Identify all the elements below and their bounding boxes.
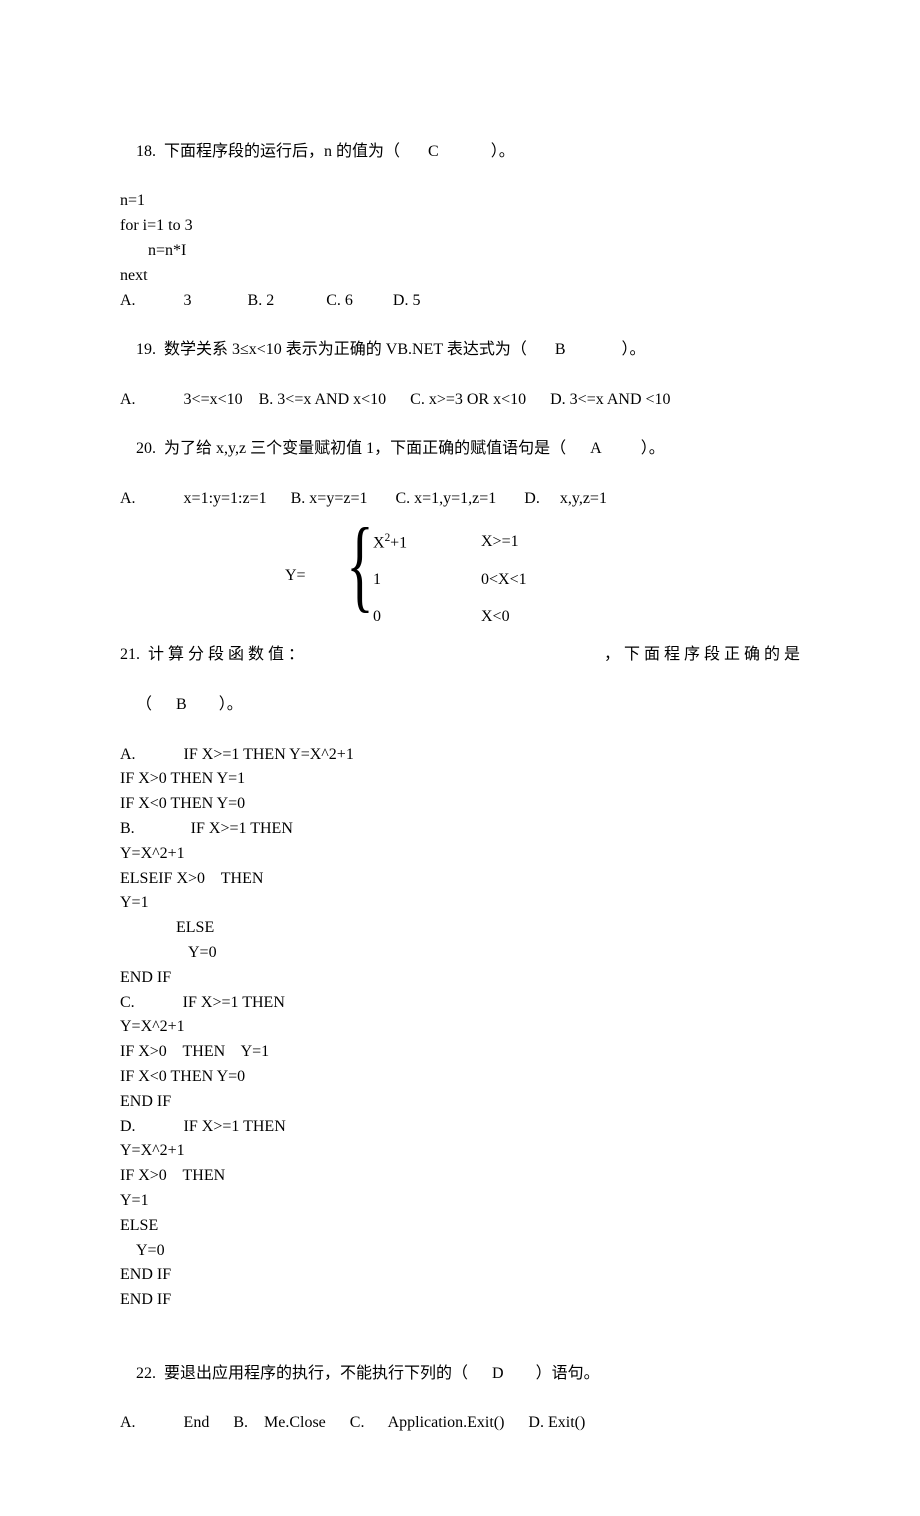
q21-opt-b-5: Y=0 [120, 941, 800, 966]
q22-stem-b: ）语句。 [536, 1365, 600, 1382]
q21-opt-c-0: C. IF X>=1 THEN [120, 991, 800, 1016]
q22-options: A. End B. Me.Close C. Application.Exit()… [120, 1411, 800, 1436]
brace-icon: { [346, 520, 373, 610]
q21-stem-right: ， 下 面 程 序 段 正 确 的 是 [604, 643, 800, 668]
pw-r2-expr: 1 [373, 568, 433, 593]
q22-stem-a: 22. 要退出应用程序的执行，不能执行下列的（ [136, 1365, 468, 1382]
q18-code-1: n=1 [120, 189, 800, 214]
q21-opt-a-1: IF X>0 THEN Y=1 [120, 767, 800, 792]
q21-opt-b-6: END IF [120, 966, 800, 991]
q21-opt-d-6: END IF [120, 1263, 800, 1288]
q20-answer: A [590, 440, 601, 457]
q21-opt-c-4: END IF [120, 1090, 800, 1115]
piecewise-function: Y= { X2+1 X>=1 1 0<X<1 0 X<0 [285, 524, 635, 636]
q19-stem-b: ）。 [622, 341, 646, 358]
q21-stem-line1: 21. 计 算 分 段 函 数 值 ： ， 下 面 程 序 段 正 确 的 是 [120, 643, 800, 668]
q19-answer: B [555, 341, 566, 358]
q22-answer: D [492, 1365, 504, 1382]
spacer [120, 1313, 800, 1337]
q18-answer: C [428, 143, 439, 160]
q19-stem-a: 19. 数学关系 3≤x<10 表示为正确的 VB.NET 表达式为（ [136, 341, 527, 358]
q21-opt-b-0: B. IF X>=1 THEN [120, 817, 800, 842]
pw-r1-expr: X2+1 [373, 530, 433, 556]
q22-stem: 22. 要退出应用程序的执行，不能执行下列的（ D ）语句。 [120, 1337, 800, 1411]
piecewise-row-3: 0 X<0 [373, 599, 635, 636]
q18-options: A. 3 B. 2 C. 6 D. 5 [120, 289, 800, 314]
q21-opt-c-3: IF X<0 THEN Y=0 [120, 1065, 800, 1090]
piecewise-rows: X2+1 X>=1 1 0<X<1 0 X<0 [373, 524, 635, 636]
q21-stem-line2: （ B ）。 [120, 668, 800, 742]
q21-opt-d-2: IF X>0 THEN [120, 1164, 800, 1189]
q21-opt-d-4: ELSE [120, 1214, 800, 1239]
q19-options: A. 3<=x<10 B. 3<=x AND x<10 C. x>=3 OR x… [120, 388, 800, 413]
q21-opt-d-0: D. IF X>=1 THEN [120, 1115, 800, 1140]
q19-stem: 19. 数学关系 3≤x<10 表示为正确的 VB.NET 表达式为（ B ）。 [120, 313, 800, 387]
q21-stem2-b: ）。 [219, 696, 243, 713]
pw-r1-cond: X>=1 [481, 530, 519, 556]
q21-opt-b-2: ELSEIF X>0 THEN [120, 867, 800, 892]
q21-opt-d-3: Y=1 [120, 1189, 800, 1214]
q18-code-4: next [120, 264, 800, 289]
q21-stem-left: 21. 计 算 分 段 函 数 值 ： [120, 643, 304, 668]
piecewise-y-equals: Y= [285, 564, 306, 589]
q21-opt-b-4: ELSE [120, 916, 800, 941]
q21-opt-b-3: Y=1 [120, 891, 800, 916]
q20-stem-b: ）。 [641, 440, 665, 457]
piecewise-row-1: X2+1 X>=1 [373, 524, 635, 562]
pw-r3-cond: X<0 [481, 605, 510, 630]
q18-code-2: for i=1 to 3 [120, 214, 800, 239]
page: 18. 下面程序段的运行后，n 的值为（ C ）。 n=1 for i=1 to… [0, 0, 920, 1516]
pw-r2-cond: 0<X<1 [481, 568, 527, 593]
q21-opt-a-2: IF X<0 THEN Y=0 [120, 792, 800, 817]
q21-opt-d-5: Y=0 [120, 1239, 800, 1264]
q21-opt-c-1: Y=X^2+1 [120, 1015, 800, 1040]
piecewise-row-2: 1 0<X<1 [373, 562, 635, 599]
q18-stem: 18. 下面程序段的运行后，n 的值为（ C ）。 [120, 115, 800, 189]
q20-stem: 20. 为了给 x,y,z 三个变量赋初值 1，下面正确的赋值语句是（ A ）。 [120, 413, 800, 487]
q21-opt-c-2: IF X>0 THEN Y=1 [120, 1040, 800, 1065]
pw-r3-expr: 0 [373, 605, 433, 630]
q21-answer: B [176, 696, 187, 713]
q20-options: A. x=1:y=1:z=1 B. x=y=z=1 C. x=1,y=1,z=1… [120, 487, 800, 512]
q21-opt-d-7: END IF [120, 1288, 800, 1313]
q21-opt-d-1: Y=X^2+1 [120, 1139, 800, 1164]
q18-stem-b: ）。 [491, 143, 515, 160]
q18-code-3: n=n*I [120, 239, 800, 264]
q20-stem-a: 20. 为了给 x,y,z 三个变量赋初值 1，下面正确的赋值语句是（ [136, 440, 566, 457]
q21-opt-b-1: Y=X^2+1 [120, 842, 800, 867]
q18-stem-a: 18. 下面程序段的运行后，n 的值为（ [136, 143, 400, 160]
q21-opt-a-0: A. IF X>=1 THEN Y=X^2+1 [120, 743, 800, 768]
q21-stem2-a: （ [136, 696, 152, 713]
